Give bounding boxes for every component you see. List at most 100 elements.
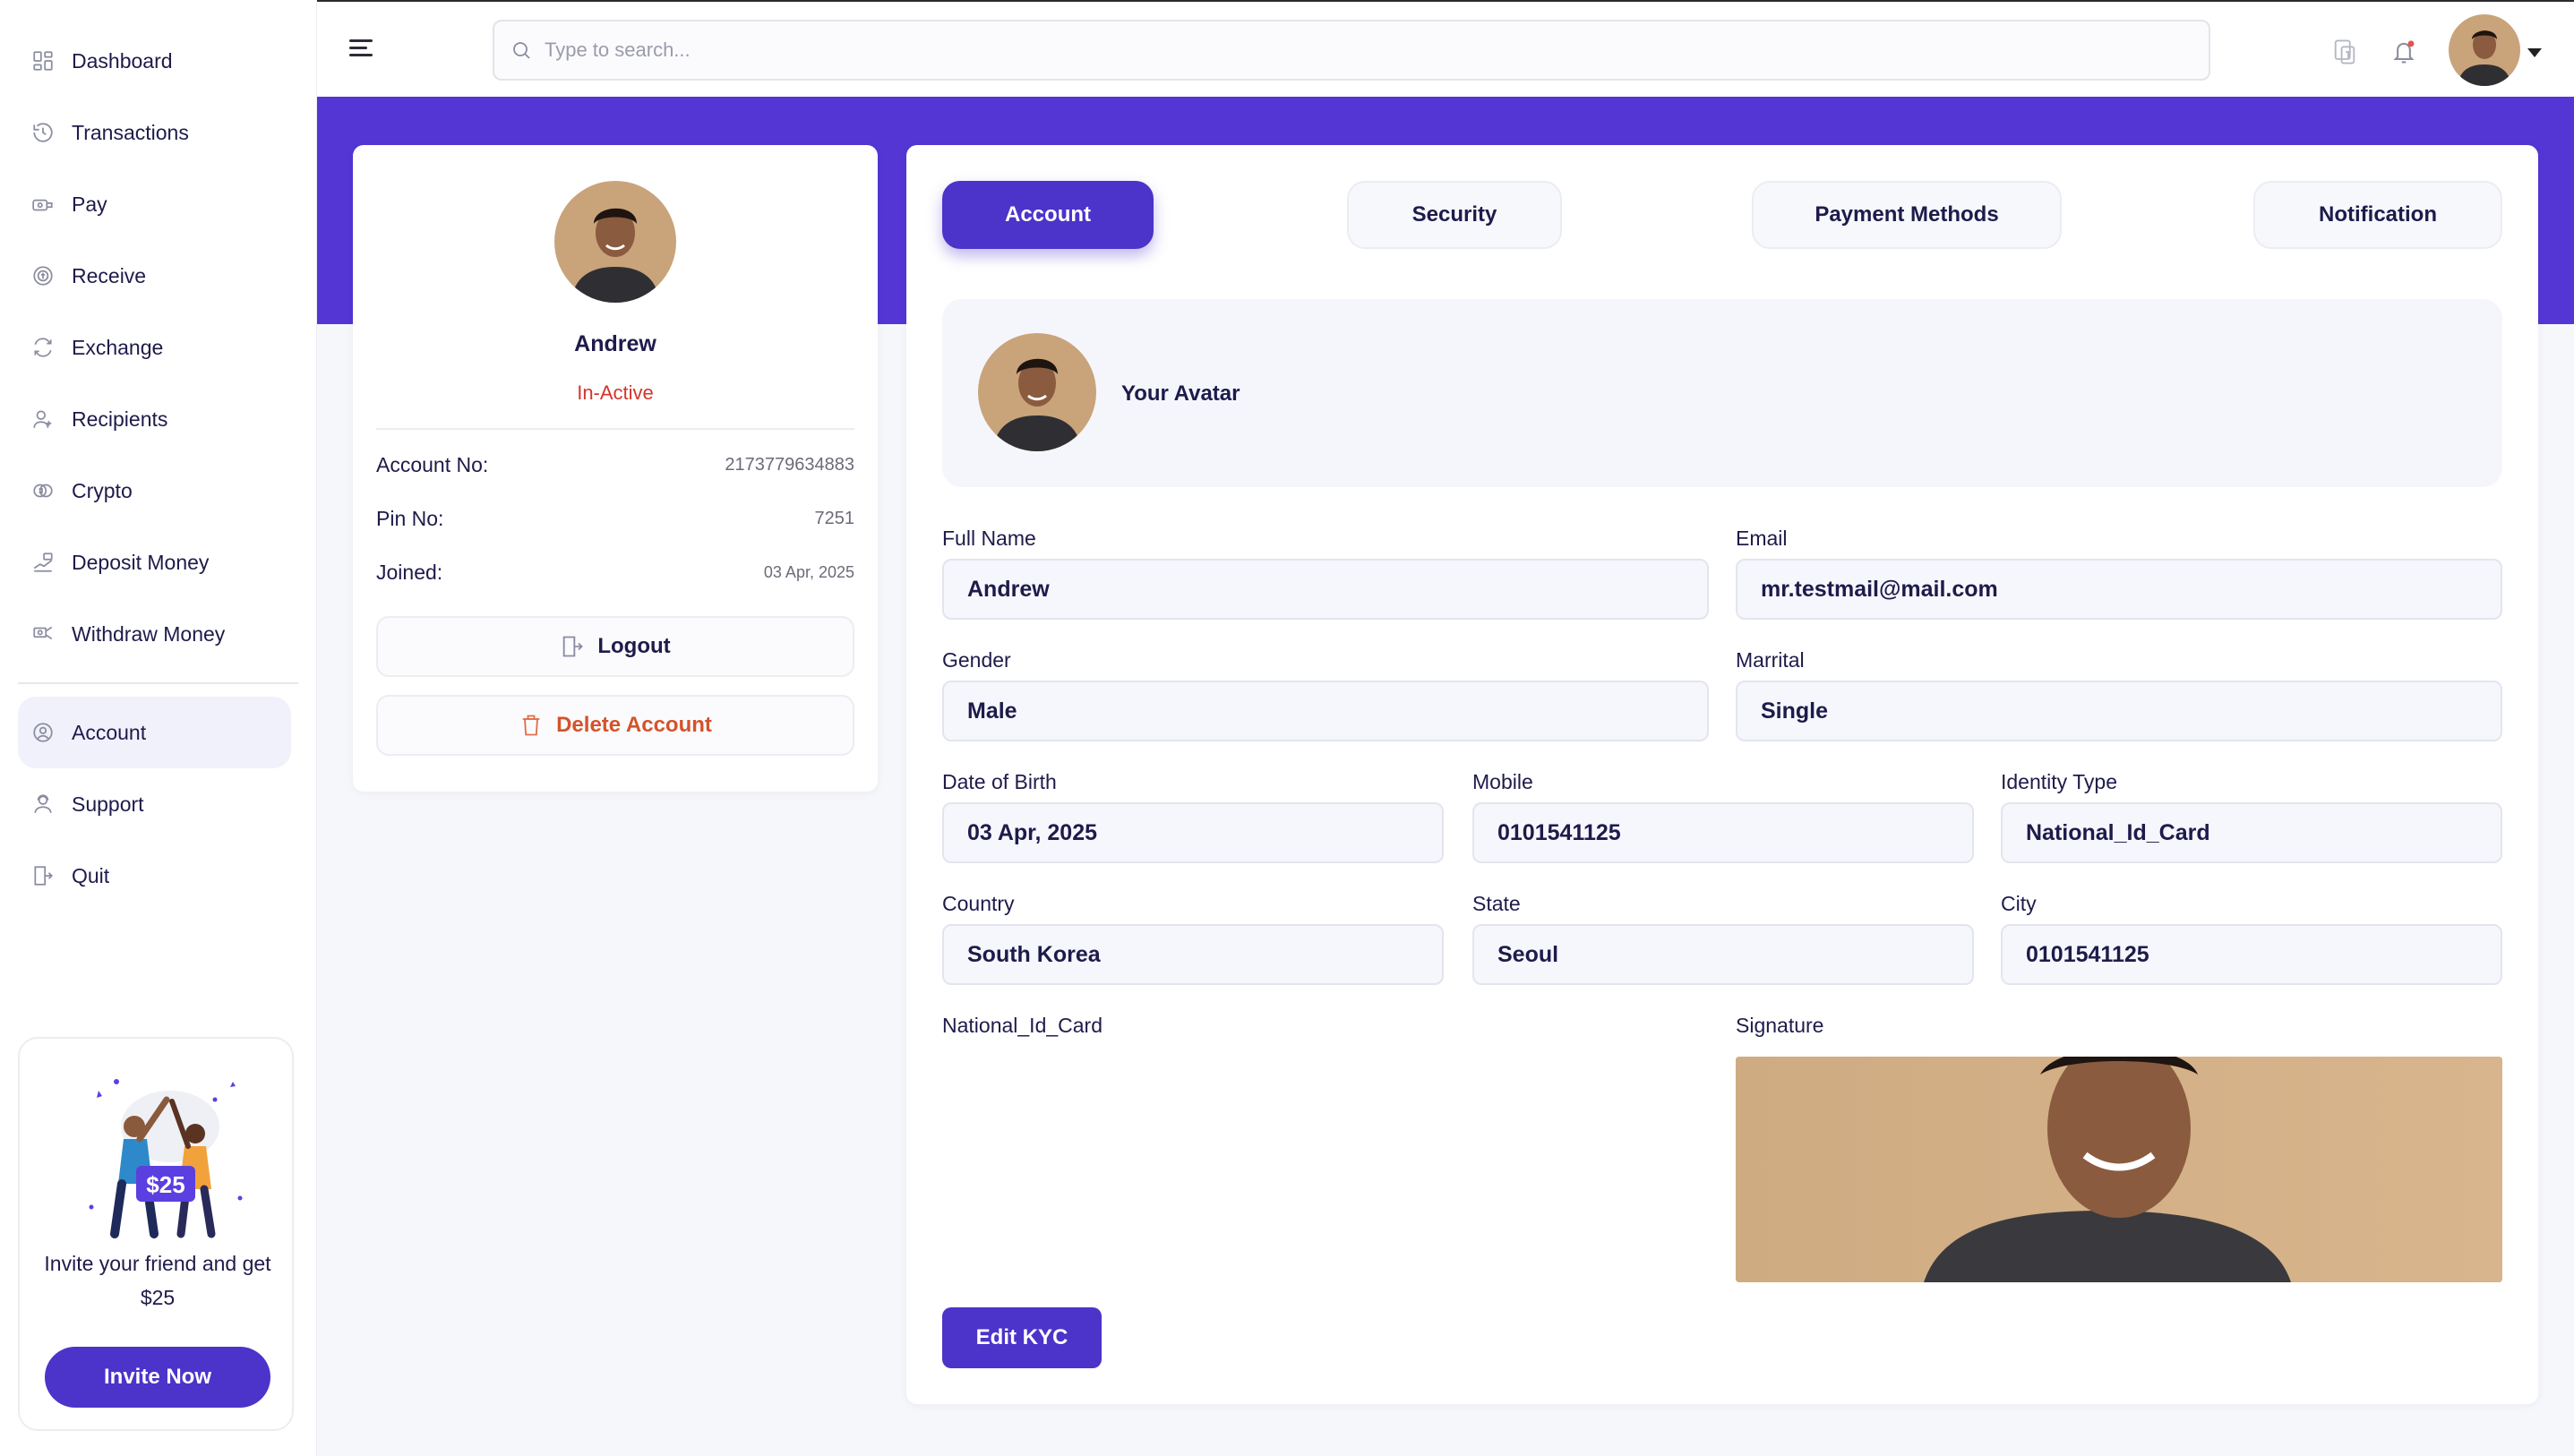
pin-label: Pin No: [376, 507, 444, 530]
notification-bell-icon[interactable] [2391, 38, 2416, 66]
edit-kyc-button[interactable]: Edit KYC [942, 1307, 1102, 1368]
tab-notification[interactable]: Notification [2253, 181, 2502, 249]
sidebar-item-label: Exchange [72, 335, 164, 359]
sidebar-item-label: Withdraw Money [72, 621, 226, 646]
logout-label: Logout [597, 634, 671, 658]
joined-value: 03 Apr, 2025 [763, 563, 854, 581]
avatar-label: Your Avatar [1121, 381, 1240, 406]
profile-name: Andrew [574, 331, 656, 356]
account-no-label: Account No: [376, 453, 489, 476]
invite-art-overlay: $25 [81, 1064, 251, 1243]
sidebar-item-recipients[interactable]: Recipients [0, 383, 316, 455]
divider [376, 428, 854, 430]
identity-type-label: Identity Type [2001, 770, 2117, 793]
mobile-field[interactable] [1472, 802, 1974, 863]
sidebar-nav: Dashboard Transactions Pay Receive Excha… [0, 0, 316, 670]
gender-field[interactable] [942, 681, 1709, 741]
sidebar: Dashboard Transactions Pay Receive Excha… [0, 0, 317, 1456]
chevron-down-icon[interactable] [2527, 48, 2542, 57]
search-bar[interactable] [493, 20, 2210, 81]
identity-type-field[interactable] [2001, 802, 2502, 863]
sidebar-item-quit[interactable]: Quit [0, 840, 316, 912]
crypto-icon [30, 478, 56, 503]
national-id-label: National_Id_Card [942, 1014, 1103, 1037]
sidebar-item-label: Transactions [72, 120, 189, 144]
status-badge: In-Active [577, 381, 654, 404]
sidebar-item-withdraw-money[interactable]: Withdraw Money [0, 598, 316, 670]
signature-label: Signature [1736, 1014, 1824, 1037]
account-no-row: Account No: 2173779634883 [376, 453, 854, 477]
profile-card: Andrew In-Active Account No: 21737796348… [353, 145, 878, 792]
full-name-label: Full Name [942, 527, 1036, 550]
search-icon [513, 42, 530, 59]
sidebar-item-label: Account [72, 720, 147, 744]
account-no-value: 2173779634883 [725, 455, 854, 475]
pay-icon [30, 192, 56, 217]
sidebar-item-dashboard[interactable]: Dashboard [0, 25, 316, 97]
invite-now-button[interactable]: Invite Now [45, 1347, 270, 1408]
quit-icon [30, 863, 56, 888]
sidebar-divider [18, 682, 298, 684]
sidebar-item-account[interactable]: Account [18, 697, 291, 768]
dashboard-icon [30, 48, 56, 73]
sidebar-item-label: Receive [72, 263, 147, 287]
full-name-field[interactable] [942, 559, 1709, 620]
sidebar-item-pay[interactable]: Pay [0, 168, 316, 240]
tab-payment-methods[interactable]: Payment Methods [1752, 181, 2062, 249]
logout-icon [563, 636, 584, 657]
profile-avatar [554, 181, 676, 303]
sidebar-item-deposit-money[interactable]: Deposit Money [0, 527, 316, 598]
marital-field[interactable] [1736, 681, 2502, 741]
avatar-panel: Your Avatar [942, 299, 2502, 487]
state-field[interactable] [1472, 924, 1974, 985]
user-circle-icon [30, 720, 56, 745]
history-icon [30, 120, 56, 145]
exchange-icon [30, 335, 56, 360]
recipients-icon [30, 407, 56, 432]
sidebar-item-crypto[interactable]: Crypto [0, 455, 316, 527]
email-field[interactable] [1736, 559, 2502, 620]
email-label: Email [1736, 527, 1788, 550]
logout-button[interactable]: Logout [376, 616, 854, 677]
language-icon[interactable] [2332, 38, 2357, 66]
joined-label: Joined: [376, 561, 443, 584]
sidebar-item-receive[interactable]: Receive [0, 240, 316, 312]
delete-account-button[interactable]: Delete Account [376, 695, 854, 756]
mobile-label: Mobile [1472, 770, 1533, 793]
dob-field[interactable] [942, 802, 1444, 863]
sidebar-account-nav: Account Support Quit [0, 697, 316, 912]
pin-value: 7251 [814, 509, 855, 528]
invite-text: Invite your friend and get $25 [44, 1252, 271, 1309]
invite-card: $25 Invite your friend and get $25 Invit… [18, 1037, 294, 1431]
sidebar-item-label: Pay [72, 192, 107, 216]
invite-amount: $25 [146, 1171, 185, 1198]
city-field[interactable] [2001, 924, 2502, 985]
user-avatar[interactable] [2449, 14, 2520, 86]
avatar[interactable] [978, 333, 1096, 451]
delete-account-label: Delete Account [556, 713, 712, 737]
joined-row: Joined: 03 Apr, 2025 [376, 561, 854, 585]
menu-toggle-icon[interactable] [349, 39, 373, 59]
pin-row: Pin No: 7251 [376, 507, 854, 531]
gender-label: Gender [942, 648, 1011, 672]
sidebar-item-support[interactable]: Support [0, 768, 316, 840]
topbar [317, 0, 2574, 97]
sidebar-item-exchange[interactable]: Exchange [0, 312, 316, 383]
tab-security[interactable]: Security [1347, 181, 1562, 249]
trash-icon [522, 715, 540, 736]
sidebar-item-label: Quit [72, 863, 110, 887]
withdraw-icon [30, 621, 56, 647]
sidebar-item-label: Deposit Money [72, 550, 210, 574]
support-icon [30, 792, 56, 817]
sidebar-item-label: Crypto [72, 478, 133, 502]
sidebar-item-label: Support [72, 792, 144, 816]
sidebar-item-label: Dashboard [72, 48, 173, 73]
account-settings-card: Account Security Payment Methods Notific… [906, 145, 2538, 1404]
tab-account[interactable]: Account [942, 181, 1154, 249]
country-field[interactable] [942, 924, 1444, 985]
state-label: State [1472, 892, 1521, 915]
dob-label: Date of Birth [942, 770, 1057, 793]
sidebar-item-transactions[interactable]: Transactions [0, 97, 316, 168]
marital-label: Marrital [1736, 648, 1805, 672]
search-input[interactable] [545, 39, 2157, 62]
